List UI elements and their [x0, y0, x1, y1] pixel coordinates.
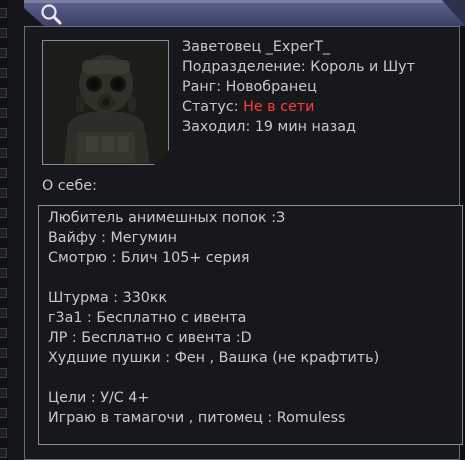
last-seen-value: 19 мин назад	[254, 119, 356, 135]
strip-tick	[0, 388, 7, 398]
strip-tick	[0, 8, 7, 18]
strip-tick	[0, 248, 7, 258]
strip-tick	[0, 428, 7, 438]
strip-tick	[0, 228, 7, 238]
rank-row: Ранг: Новобранец	[182, 77, 415, 97]
about-line	[48, 368, 379, 388]
rank-value: Новобранец	[225, 79, 317, 95]
last-seen-row: Заходил: 19 мин назад	[182, 117, 415, 137]
division-label: Подразделение:	[182, 59, 311, 75]
strip-tick	[0, 328, 7, 338]
strip-tick	[0, 128, 7, 138]
about-line	[48, 268, 379, 288]
strip-tick	[0, 108, 7, 118]
profile-header-bar	[24, 0, 465, 26]
rank-label: Ранг:	[182, 79, 226, 95]
strip-tick	[0, 268, 7, 278]
strip-tick	[0, 68, 7, 78]
strip-tick	[0, 208, 7, 218]
strip-tick	[0, 308, 7, 318]
strip-tick	[0, 148, 7, 158]
strip-tick	[0, 188, 7, 198]
division-value: Король и Шут	[310, 59, 415, 75]
status-value: Не в сети	[243, 99, 315, 115]
strip-tick	[0, 448, 7, 458]
status-row: Статус: Не в сети	[182, 97, 415, 117]
status-label: Статус:	[182, 99, 244, 115]
about-line: Любитель анимешных попок :З	[48, 210, 286, 226]
left-scroll-strip	[0, 0, 8, 460]
player-name: Заветовец _ExperT_	[182, 39, 330, 55]
about-line: Смотрю : Блич 105+ серия	[48, 250, 250, 266]
strip-tick	[0, 408, 7, 418]
about-line: Цели : У/С 4+	[48, 390, 150, 406]
about-line: ЛР : Бесплатно с ивента :D	[48, 330, 252, 346]
strip-tick	[0, 48, 7, 58]
header-bar-shape	[24, 0, 465, 26]
profile-info: Заветовец _ExperT_ Подразделение: Король…	[182, 37, 415, 137]
about-line: Вайфу : Мегумин	[48, 230, 177, 246]
strip-tick	[0, 88, 7, 98]
strip-tick	[0, 28, 7, 38]
strip-tick	[0, 168, 7, 178]
about-line: Худшие пушки : Фен , Вашка (не крафтить)	[48, 350, 380, 366]
about-text: Любитель анимешных попок :З Вайфу : Мегу…	[48, 208, 379, 428]
avatar-image	[46, 44, 166, 163]
avatar	[42, 40, 169, 165]
search-icon[interactable]	[40, 3, 62, 25]
strip-tick	[0, 288, 7, 298]
about-label: О себе:	[42, 178, 97, 194]
about-line: Штурма : 330кк	[48, 290, 168, 306]
strip-tick	[0, 368, 7, 378]
about-line: г3а1 : Бесплатно с ивента	[48, 310, 247, 326]
division-row: Подразделение: Король и Шут	[182, 57, 415, 77]
about-line: Играю в тамагочи , питомец : Romuless	[48, 410, 346, 426]
last-seen-label: Заходил:	[182, 119, 255, 135]
strip-tick	[0, 348, 7, 358]
